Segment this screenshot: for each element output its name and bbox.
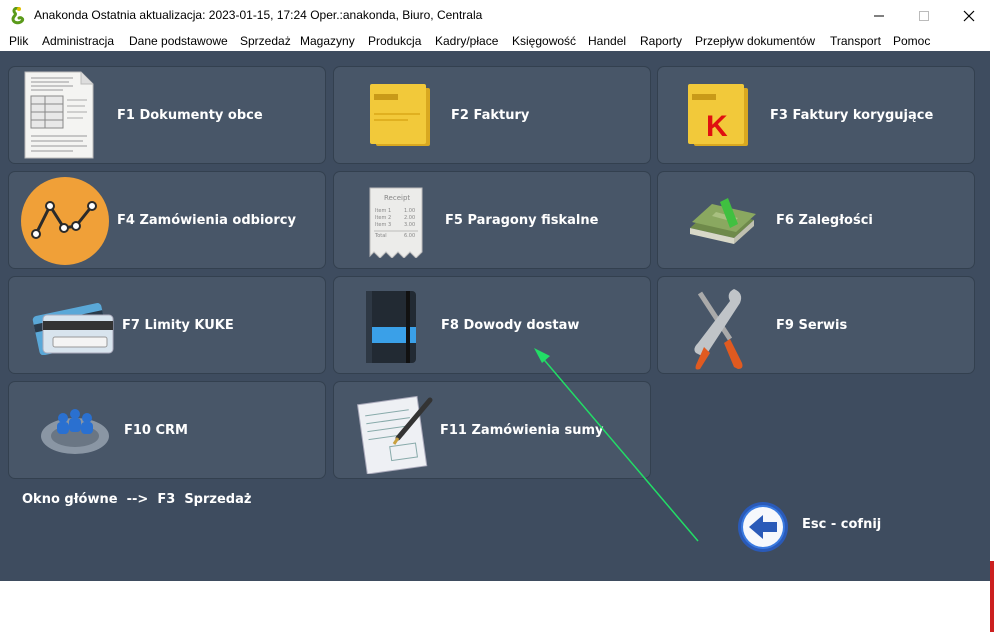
maximize-button[interactable]	[901, 0, 947, 31]
menu-raporty[interactable]: Raporty	[640, 34, 682, 48]
window-edge-accent	[990, 561, 994, 632]
close-button[interactable]	[946, 0, 992, 31]
menu-transport[interactable]: Transport	[830, 34, 881, 48]
menu-bar: Plik Administracja Dane podstawowe Sprze…	[0, 31, 994, 51]
menu-pomoc[interactable]: Pomoc	[893, 34, 930, 48]
maximize-icon	[919, 11, 929, 21]
menu-produkcja[interactable]: Produkcja	[368, 34, 421, 48]
window-edge	[990, 51, 994, 632]
menu-sprzedaz[interactable]: Sprzedaż	[240, 34, 291, 48]
title-bar[interactable]: Anakonda Ostatnia aktualizacja: 2023-01-…	[0, 0, 994, 31]
menu-plik[interactable]: Plik	[9, 34, 28, 48]
menu-kadry-place[interactable]: Kadry/płace	[435, 34, 498, 48]
close-icon	[963, 10, 975, 22]
snake-app-icon	[11, 7, 25, 25]
menu-magazyny[interactable]: Magazyny	[300, 34, 355, 48]
minimize-button[interactable]	[856, 0, 902, 31]
annotation-arrow	[534, 348, 699, 542]
window-title: Anakonda Ostatnia aktualizacja: 2023-01-…	[34, 8, 483, 22]
menu-dane-podstawowe[interactable]: Dane podstawowe	[129, 34, 228, 48]
main-panel: F1 Dokumenty obce F2 Faktury K F3 Faktur…	[0, 51, 990, 581]
minimize-icon	[874, 15, 884, 17]
menu-administracja[interactable]: Administracja	[42, 34, 114, 48]
menu-ksiegowosc[interactable]: Księgowość	[512, 34, 576, 48]
menu-handel[interactable]: Handel	[588, 34, 626, 48]
menu-przeplyw-dokumentow[interactable]: Przepływ dokumentów	[695, 34, 815, 48]
